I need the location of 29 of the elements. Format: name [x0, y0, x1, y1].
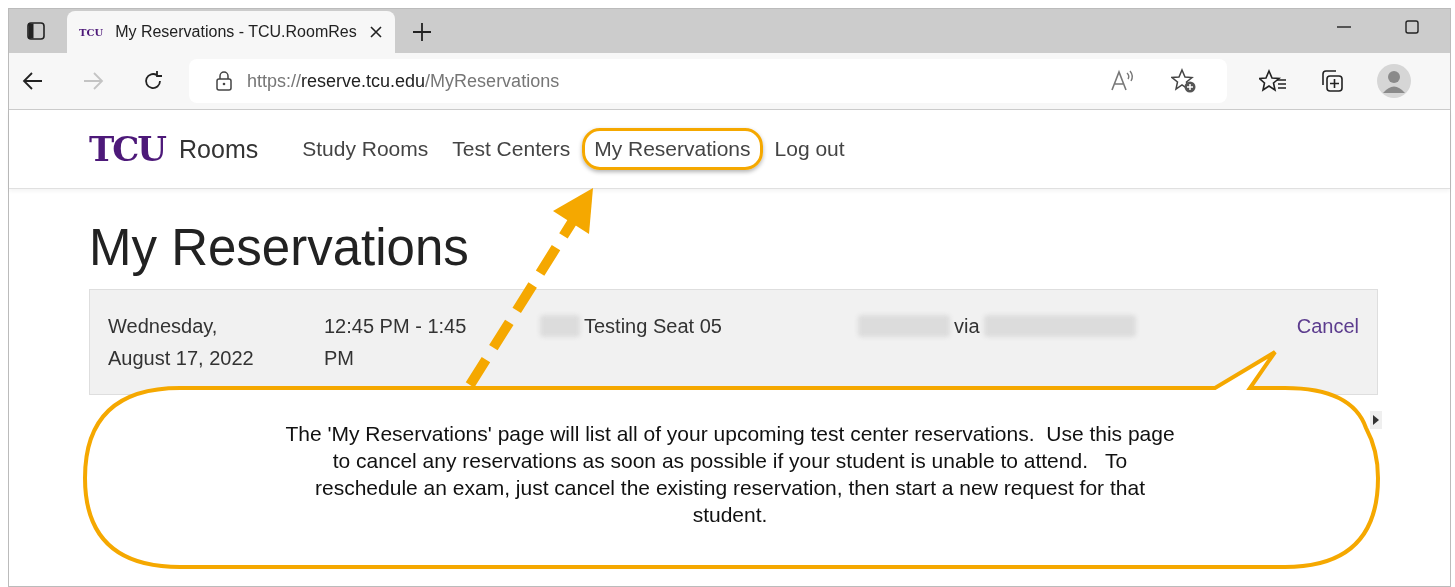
scroll-right-button[interactable] — [1370, 411, 1382, 429]
callout-text: The 'My Reservations' page will list all of your upcoming test center reservations. Use this page to cancel any reservations as soon as possible if your student is unable to attend. To reschedule an exam, just cancel the existing reservation, then start a new request for that student. — [285, 421, 1175, 528]
browser-tab[interactable]: TCU My Reservations - TCU.RoomRes — [67, 11, 395, 53]
brand-name[interactable]: Rooms — [179, 134, 259, 164]
new-tab-icon[interactable] — [411, 21, 433, 43]
profile-avatar-icon[interactable] — [1377, 64, 1411, 98]
nav-link[interactable]: Study Rooms — [290, 128, 441, 170]
tab-title: My Reservations - TCU.RoomRes — [115, 23, 358, 41]
tcu-logo[interactable]: TCU — [89, 129, 165, 169]
reservation-time: 12:45 PM - 1:45 PM — [324, 314, 468, 371]
room-name: Testing Seat 05 — [584, 314, 722, 339]
lock-icon — [215, 71, 233, 91]
scroll-right-icon — [1373, 415, 1379, 425]
nav-link[interactable]: Test Centers — [440, 128, 583, 170]
add-favorite-icon[interactable] — [1171, 68, 1197, 94]
close-icon[interactable] — [369, 25, 383, 39]
collections-icon[interactable] — [1319, 68, 1345, 94]
page-heading: My Reservations — [89, 218, 470, 278]
tab-favicon: TCU — [79, 26, 104, 38]
via-text: via — [954, 314, 980, 339]
url-text: https://reserve.tcu.edu/MyReservations — [247, 70, 560, 92]
address-bar[interactable]: https://reserve.tcu.edu/MyReservations — [189, 59, 1227, 103]
maximize-icon[interactable] — [1404, 19, 1420, 35]
nav-link[interactable]: My Reservations — [582, 128, 763, 170]
reservation-date: Wednesday, August 17, 2022 — [108, 314, 255, 371]
favorites-icon[interactable] — [1259, 69, 1287, 93]
nav-link[interactable]: Log out — [762, 128, 857, 170]
read-aloud-icon[interactable] — [1109, 69, 1135, 93]
cancel-link[interactable]: Cancel — [1296, 310, 1359, 342]
